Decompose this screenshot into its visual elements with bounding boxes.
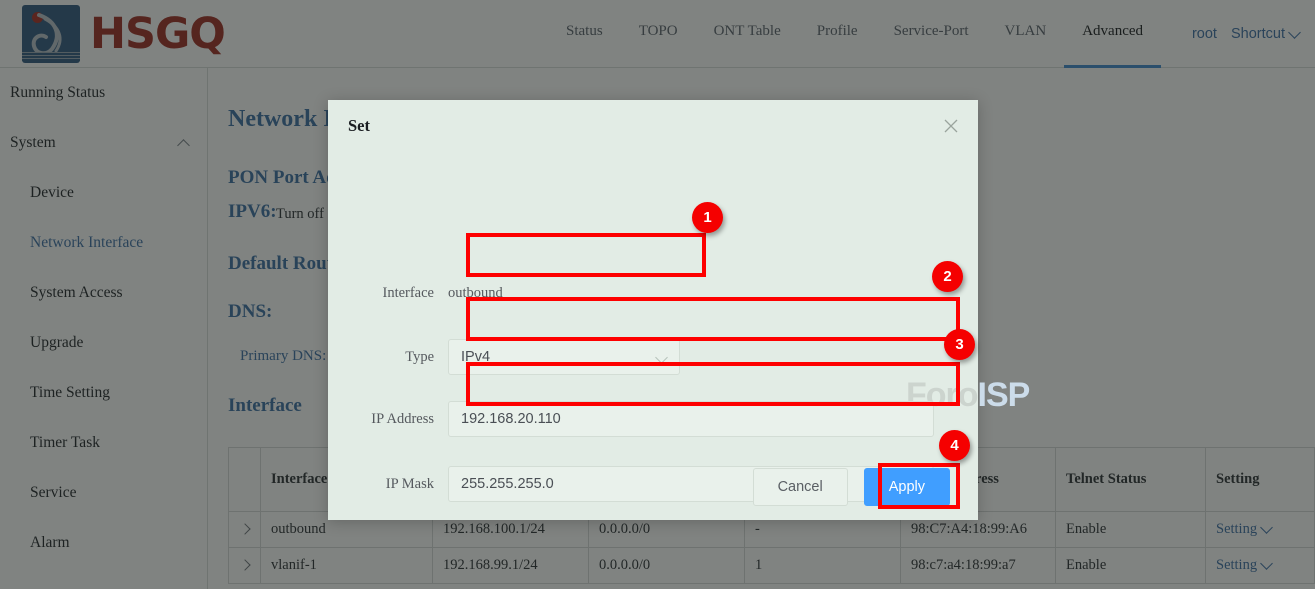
apply-button[interactable]: Apply <box>864 468 950 506</box>
annotation-badge-1: 1 <box>692 202 723 233</box>
annotation-badge-3: 3 <box>944 329 975 360</box>
label-interface: Interface <box>328 285 448 302</box>
field-type: Type IPv4 <box>328 339 680 375</box>
app-root: HSGQ Status TOPO ONT Table Profile Servi… <box>0 0 1315 589</box>
field-ip-address: IP Address 192.168.20.110 <box>328 401 934 437</box>
ip-address-value: 192.168.20.110 <box>461 411 561 427</box>
label-ip-mask: IP Mask <box>328 476 448 493</box>
type-select-value: IPv4 <box>461 349 490 365</box>
cancel-button[interactable]: Cancel <box>753 468 848 506</box>
close-icon[interactable] <box>942 117 960 135</box>
dialog-title: Set <box>348 116 370 136</box>
type-select[interactable]: IPv4 <box>448 339 680 375</box>
ip-mask-value: 255.255.255.0 <box>461 476 554 492</box>
annotation-badge-4: 4 <box>939 430 970 461</box>
set-dialog: Set ForoISP Interface outbound Type IPv4… <box>328 100 978 520</box>
value-interface: outbound <box>448 285 503 302</box>
annotation-badge-2: 2 <box>932 261 963 292</box>
chevron-down-icon <box>657 353 667 363</box>
label-type: Type <box>328 349 448 366</box>
dialog-actions: Cancel Apply <box>753 468 950 506</box>
label-ip-address: IP Address <box>328 411 448 428</box>
ip-address-input[interactable]: 192.168.20.110 <box>448 401 934 437</box>
field-interface: Interface outbound <box>328 285 503 302</box>
